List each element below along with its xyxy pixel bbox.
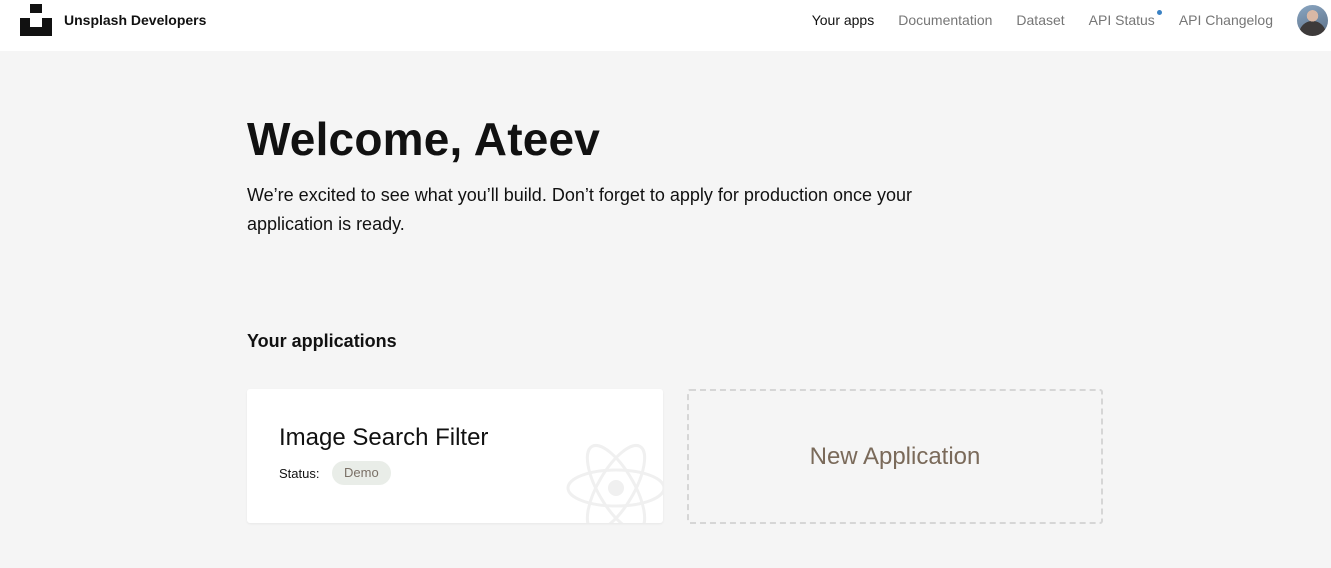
app-card[interactable]: Image Search Filter Status: Demo <box>247 389 663 523</box>
intro-text: We’re excited to see what you’ll build. … <box>247 185 913 234</box>
nav-dataset[interactable]: Dataset <box>1016 12 1064 28</box>
top-navigation-bar: Unsplash Developers Your apps Documentat… <box>0 0 1331 51</box>
nav-api-status-label: API Status <box>1088 12 1155 28</box>
main-nav: Your apps Documentation Dataset API Stat… <box>788 0 1273 40</box>
new-application-label: New Application <box>809 442 981 470</box>
user-avatar[interactable] <box>1297 5 1328 36</box>
page-title: Welcome, Ateev <box>247 113 601 165</box>
status-badge: Demo <box>332 461 391 485</box>
nav-api-changelog[interactable]: API Changelog <box>1179 12 1273 28</box>
status-label: Status: <box>279 466 320 481</box>
app-name: Image Search Filter <box>279 424 489 451</box>
brand-name: Unsplash Developers <box>64 12 207 28</box>
react-atom-icon <box>566 443 663 523</box>
nav-your-apps[interactable]: Your apps <box>812 12 875 28</box>
section-title-applications: Your applications <box>247 331 397 351</box>
new-application-button[interactable]: New Application <box>687 389 1103 524</box>
brand-link[interactable]: Unsplash Developers <box>20 4 206 36</box>
unsplash-logo-icon <box>20 4 52 36</box>
status-dot-icon <box>1156 10 1162 15</box>
nav-documentation[interactable]: Documentation <box>898 12 992 28</box>
nav-api-status[interactable]: API Status <box>1088 10 1162 28</box>
